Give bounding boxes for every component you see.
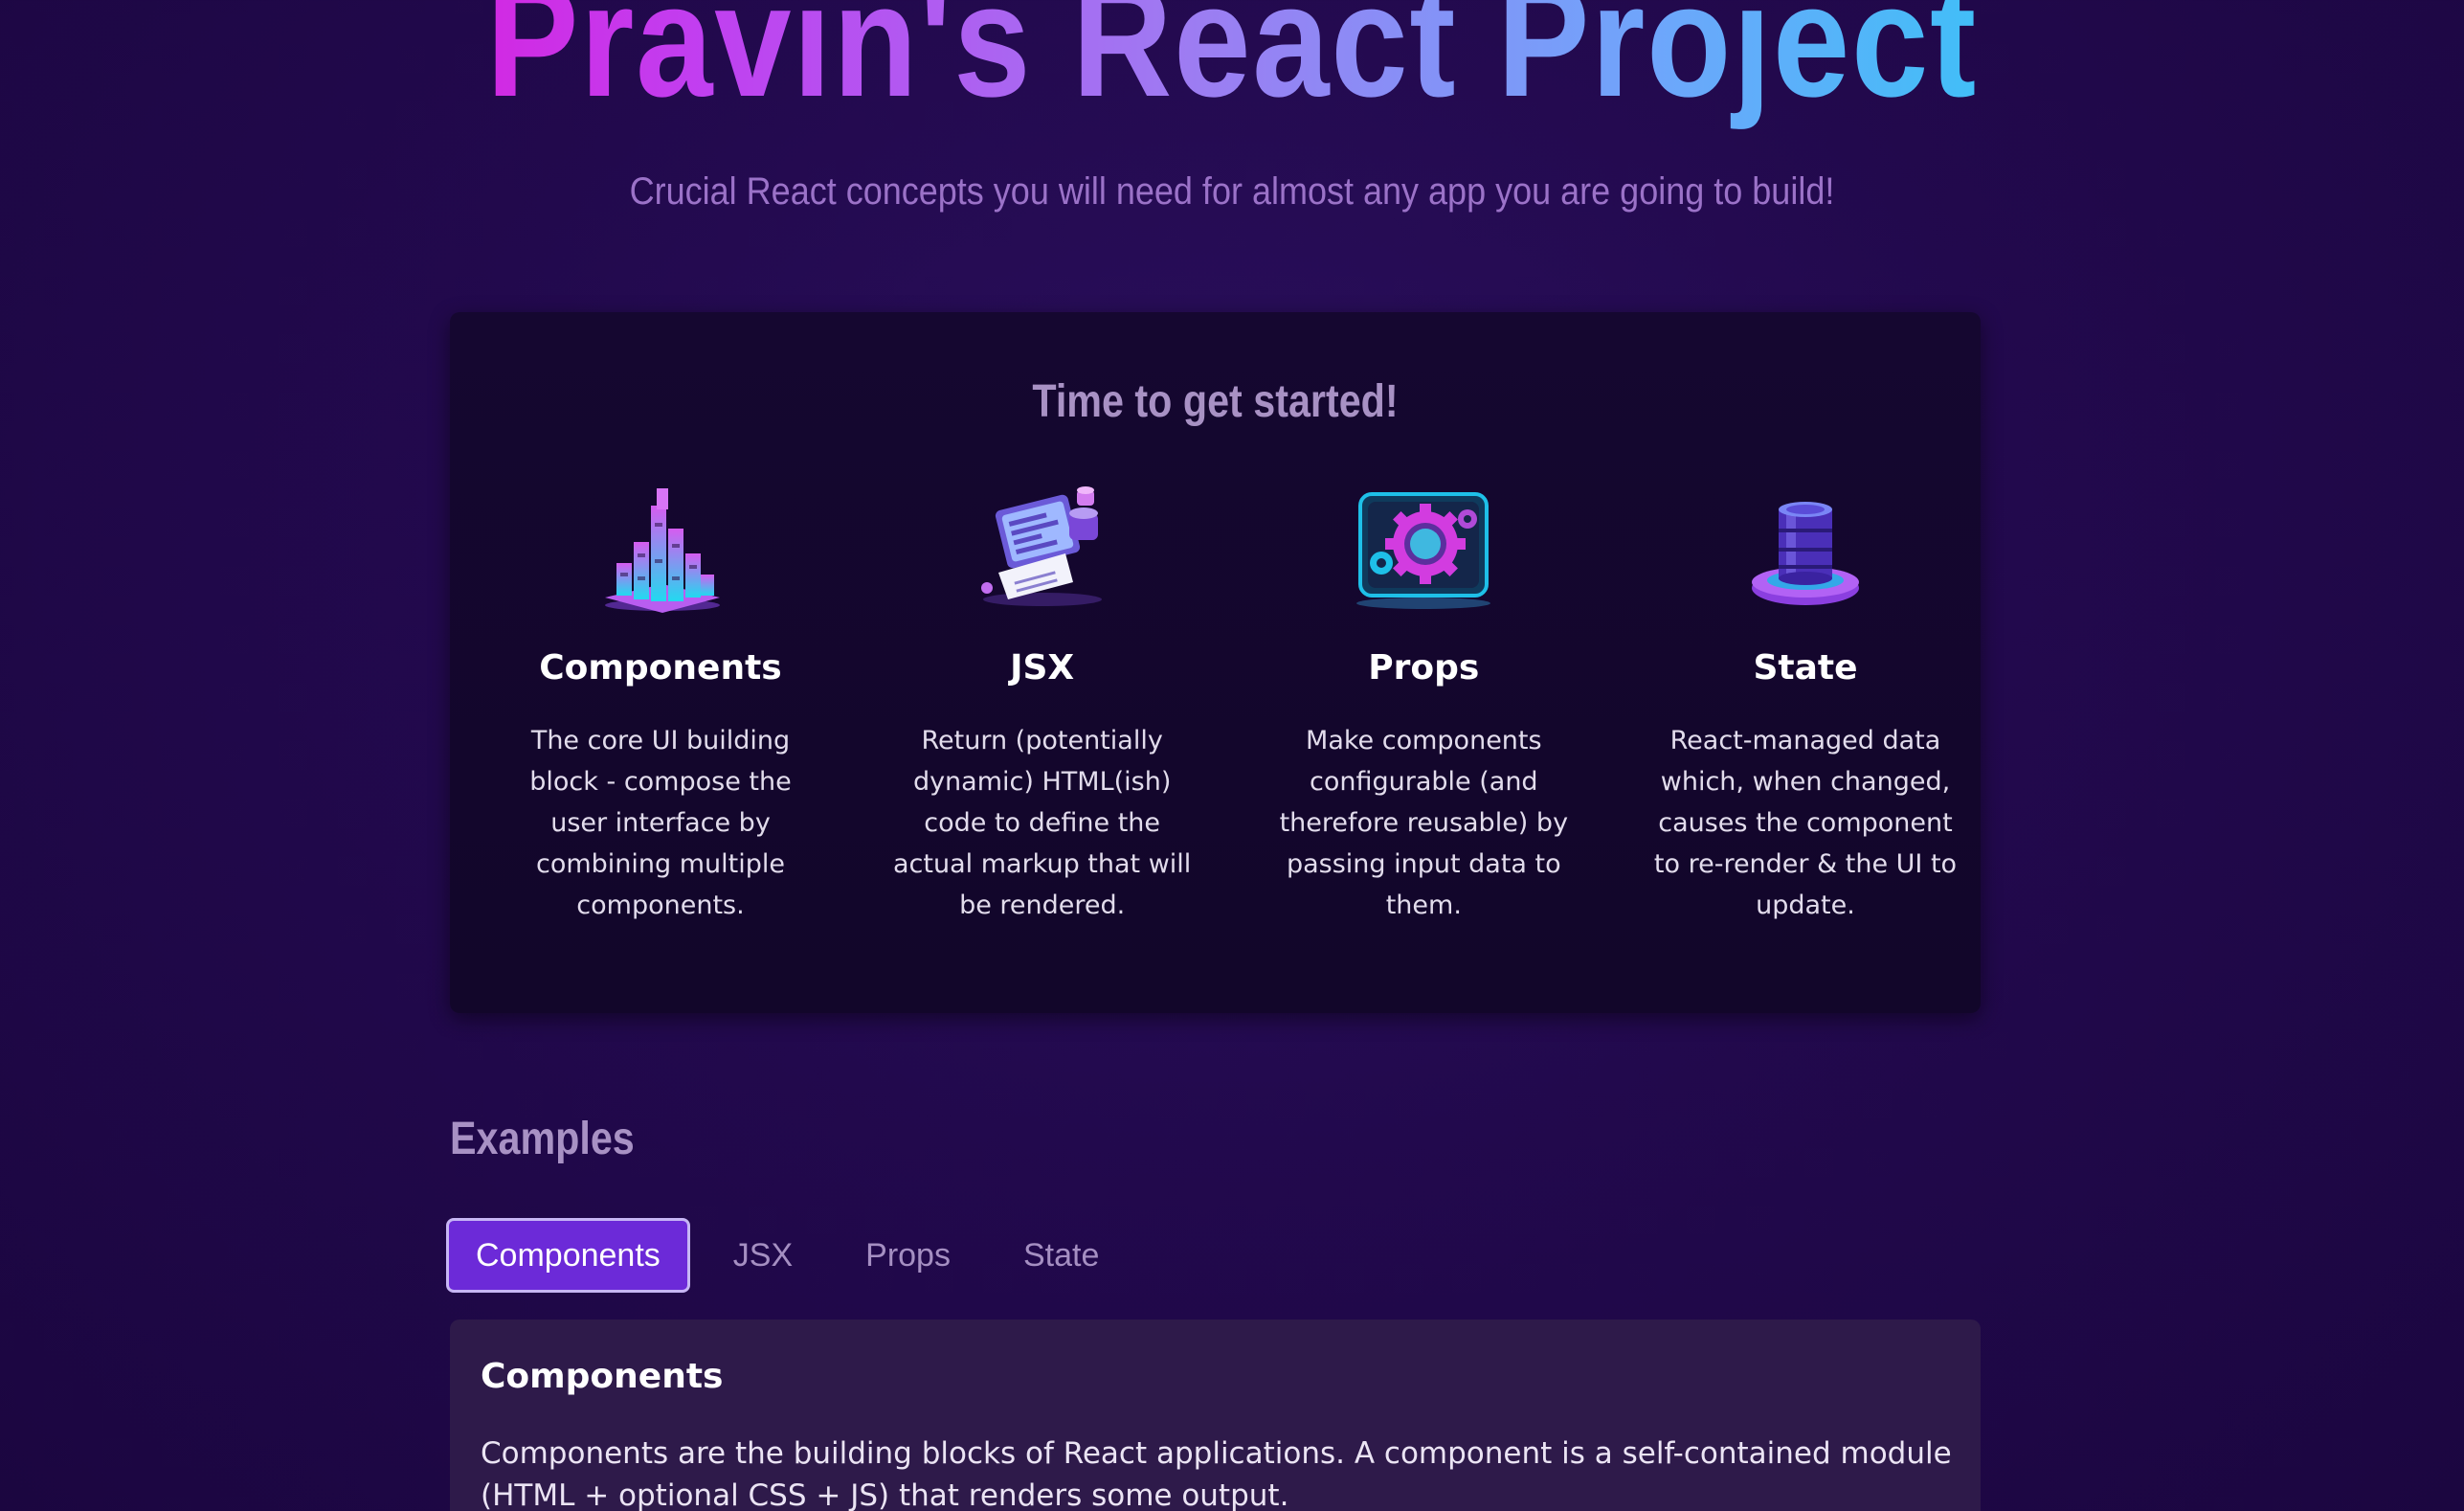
tab-jsx[interactable]: JSX	[704, 1218, 822, 1293]
examples-tab-bar: Components JSX Props State	[446, 1218, 1142, 1293]
concept-description: The core UI building block - compose the…	[529, 726, 792, 920]
props-gears-icon	[1356, 492, 1491, 609]
core-concepts-card: Time to get started! Components The core…	[450, 312, 1981, 1013]
concept-title: Props	[1368, 648, 1480, 688]
concept-title: State	[1753, 648, 1858, 688]
concept-state: State React-managed data which, when cha…	[1643, 481, 1968, 926]
concept-description: Make components configurable (and theref…	[1279, 726, 1569, 920]
state-database-icon	[1751, 502, 1859, 605]
core-concepts-list: Components The core UI building block - …	[498, 481, 1968, 926]
components-blocks-icon	[605, 488, 720, 613]
concept-jsx: JSX Return (potentially dynamic) HTML(is…	[880, 481, 1205, 926]
tab-components[interactable]: Components	[446, 1218, 690, 1293]
tab-state[interactable]: State	[994, 1218, 1129, 1293]
page-subtitle: Crucial React concepts you will need for…	[629, 170, 1835, 213]
tab-content-title: Components	[481, 1357, 724, 1396]
concept-title: Components	[539, 648, 782, 688]
core-concepts-heading: Time to get started!	[1032, 376, 1399, 427]
concept-description: Return (potentially dynamic) HTML(ish) c…	[893, 726, 1192, 920]
examples-heading: Examples	[450, 1114, 635, 1164]
tab-content-text: Components are the building blocks of Re…	[481, 1436, 1952, 1511]
concept-description: React-managed data which, when changed, …	[1653, 726, 1958, 920]
tab-content-panel: Components Components are the building b…	[450, 1319, 1981, 1511]
concept-title: JSX	[1010, 648, 1075, 688]
tab-props[interactable]: Props	[836, 1218, 980, 1293]
page: Pravin's React Project Crucial React con…	[0, 0, 2464, 1511]
concept-props: Props Make components configurable (and …	[1261, 481, 1586, 926]
page-title: Pravin's React Project	[172, 0, 2292, 136]
concept-components: Components The core UI building block - …	[498, 481, 823, 926]
jsx-document-icon	[980, 486, 1102, 606]
